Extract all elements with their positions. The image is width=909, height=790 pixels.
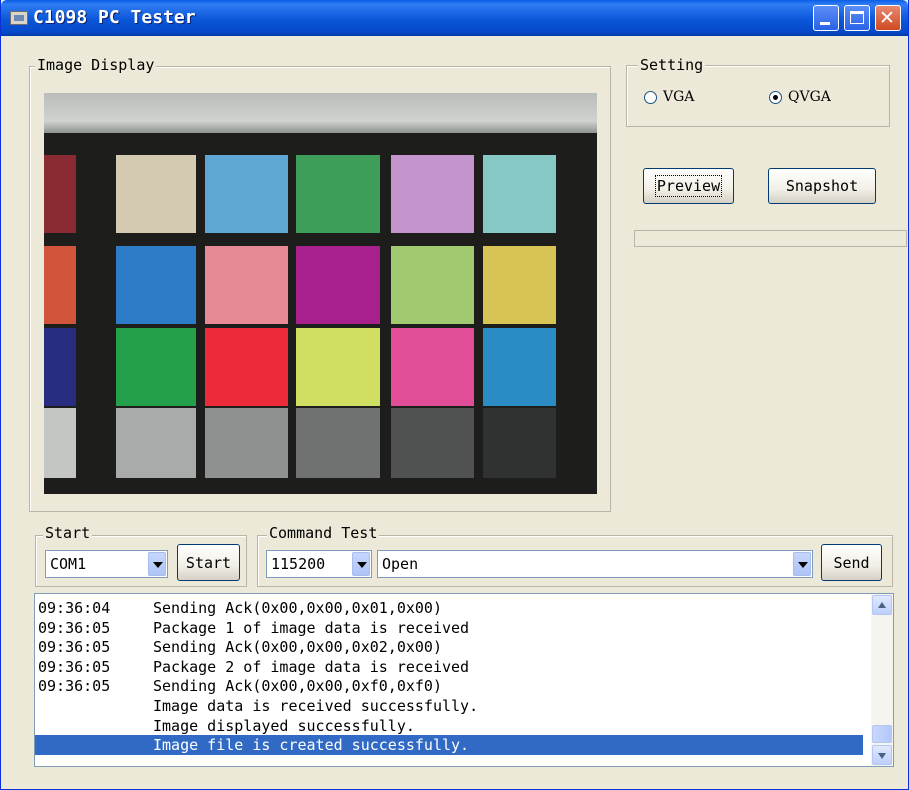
radio-vga-label: VGA	[663, 89, 695, 105]
close-button[interactable]: ✕	[875, 5, 901, 31]
log-scrollbar[interactable]	[871, 594, 893, 766]
log-message: Image data is received successfully.	[153, 697, 479, 715]
color-patch	[391, 155, 474, 233]
log-row[interactable]: Image file is created successfully.	[35, 735, 863, 756]
radio-vga-dot[interactable]	[644, 90, 657, 104]
background-wall	[44, 93, 597, 133]
log-row[interactable]: 09:36:05 Package 2 of image data is recei…	[35, 657, 863, 677]
scroll-thumb[interactable]	[872, 725, 892, 743]
port-select[interactable]: COM1	[45, 550, 168, 578]
log-time: 09:36:05	[38, 618, 111, 637]
color-patch	[296, 408, 380, 478]
minimize-button[interactable]	[813, 5, 839, 31]
color-patch	[483, 328, 556, 406]
log-list[interactable]: Image file is created successfully. Image…	[34, 593, 894, 767]
color-patch	[116, 155, 196, 233]
log-message: Package 2 of image data is received	[153, 657, 470, 676]
maximize-button[interactable]	[844, 5, 870, 31]
color-patch	[391, 408, 474, 478]
log-row[interactable]: Image displayed successfully.	[35, 716, 863, 736]
snapshot-button-label: Snapshot	[785, 177, 859, 195]
color-patch	[296, 246, 380, 324]
send-button[interactable]: Send	[821, 544, 882, 581]
baud-value: 115200	[271, 555, 326, 573]
chevron-down-icon[interactable]	[148, 552, 166, 576]
log-message: Sending Ack(0x00,0x00,0x02,0x00)	[153, 638, 442, 657]
app-window: C1098 PC Tester ✕ Image Display Setting …	[0, 0, 909, 790]
color-patch	[116, 408, 196, 478]
color-patch	[483, 155, 556, 233]
log-row[interactable]: Image data is received successfully.	[35, 696, 863, 716]
log-message: Sending Ack(0x00,0x00,0x01,0x00)	[153, 599, 442, 617]
log-message: Package 1 of image data is received	[153, 618, 470, 637]
log-time: 09:36:05	[38, 638, 111, 657]
command-value: Open	[382, 555, 419, 573]
setting-legend: Setting	[638, 56, 706, 74]
minimize-icon	[820, 22, 830, 25]
camera-icon	[10, 11, 28, 25]
log-message: Sending Ack(0x00,0x00,0xf0,0xf0)	[153, 677, 442, 696]
log-message: Image displayed successfully.	[153, 716, 415, 735]
log-row[interactable]: 09:36:05 Package 1 of image data is recei…	[35, 618, 863, 638]
command-test-legend: Command Test	[267, 524, 380, 542]
radio-qvga-dot[interactable]	[769, 90, 782, 104]
start-button-label: Start	[185, 553, 232, 572]
maximize-icon	[850, 11, 864, 24]
color-patch	[44, 328, 76, 406]
snapshot-button[interactable]: Snapshot	[768, 168, 876, 204]
chevron-down-icon[interactable]	[793, 552, 811, 576]
color-patch	[205, 246, 288, 324]
preview-button-label: Preview	[654, 175, 723, 197]
title-bar[interactable]: C1098 PC Tester ✕	[1, 0, 908, 36]
radio-qvga-label: QVGA	[788, 89, 831, 105]
radio-vga[interactable]: VGA	[644, 89, 694, 105]
color-patch	[116, 246, 196, 324]
color-patch	[483, 246, 556, 324]
log-row[interactable]: 09:36:04 Sending Ack(0x00,0x00,0x01,0x00)	[35, 598, 863, 618]
color-patch	[205, 328, 288, 406]
port-value: COM1	[50, 555, 87, 573]
color-patch	[296, 155, 380, 233]
log-time: 09:36:05	[38, 657, 111, 676]
color-patch	[205, 408, 288, 478]
color-patch	[296, 328, 380, 406]
start-button[interactable]: Start	[177, 544, 240, 581]
color-patch	[483, 408, 556, 478]
baud-select[interactable]: 115200	[266, 550, 372, 578]
color-patch	[44, 408, 76, 478]
chevron-down-icon[interactable]	[352, 552, 370, 576]
color-patch	[205, 155, 288, 233]
start-legend: Start	[43, 524, 93, 542]
radio-qvga[interactable]: QVGA	[769, 89, 831, 105]
camera-image	[44, 93, 597, 494]
send-button-label: Send	[833, 553, 870, 572]
color-patch	[391, 328, 474, 406]
scroll-up-icon[interactable]	[872, 595, 892, 615]
color-patch	[44, 155, 76, 233]
close-icon: ✕	[879, 7, 895, 29]
preview-button[interactable]: Preview	[643, 168, 734, 204]
command-select[interactable]: Open	[377, 550, 813, 578]
log-row[interactable]: 09:36:05 Sending Ack(0x00,0x00,0x02,0x00)	[35, 637, 863, 657]
scroll-down-icon[interactable]	[872, 745, 892, 765]
color-patch	[44, 246, 76, 324]
log-row[interactable]: 09:36:05 Sending Ack(0x00,0x00,0xf0,0xf0)	[35, 676, 863, 696]
progress-bar	[634, 230, 907, 247]
image-display-legend: Image Display	[35, 56, 157, 74]
log-message: Image file is created successfully.	[153, 736, 470, 755]
log-time: 09:36:05	[38, 677, 111, 696]
color-patch	[391, 246, 474, 324]
window-title: C1098 PC Tester	[33, 7, 196, 28]
log-time: 09:36:04	[38, 599, 111, 617]
color-patch	[116, 328, 196, 406]
